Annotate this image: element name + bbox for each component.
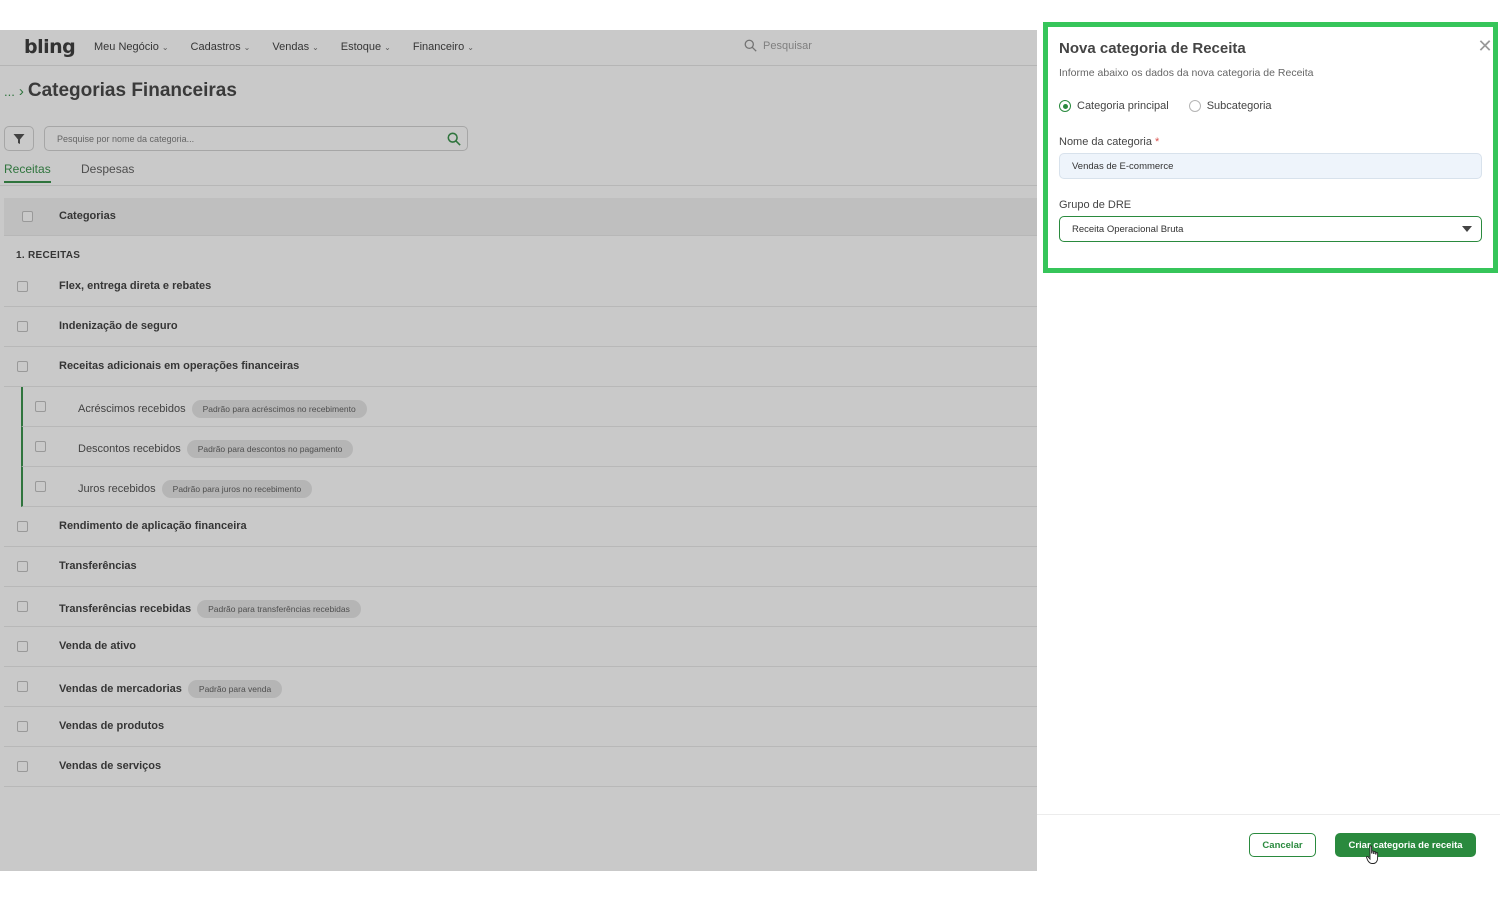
- filter-icon: [13, 133, 25, 144]
- row-checkbox[interactable]: [17, 681, 28, 692]
- top-navbar: bling Meu Negócio ⌄ Cadastros ⌄ Vendas ⌄ Es…: [0, 30, 1037, 66]
- category-name: Juros recebidos: [78, 483, 156, 495]
- row-checkbox[interactable]: [35, 401, 46, 412]
- row-checkbox[interactable]: [17, 721, 28, 732]
- table-row[interactable]: Receitas adicionais em operações finance…: [4, 347, 1037, 387]
- row-checkbox[interactable]: [17, 361, 28, 372]
- tab-despesas[interactable]: Despesas: [81, 162, 134, 176]
- row-checkbox[interactable]: [17, 521, 28, 532]
- caret-down-icon: [1462, 226, 1472, 232]
- table-row[interactable]: Vendas de serviços: [4, 747, 1037, 787]
- menu-item-financeiro[interactable]: Financeiro ⌄: [413, 41, 474, 53]
- category-name: Transferências: [59, 560, 137, 572]
- category-name-label: Nome da categoria *: [1059, 136, 1160, 148]
- dre-group-value: Receita Operacional Bruta: [1072, 224, 1184, 235]
- radio-unselected-icon[interactable]: [1188, 100, 1201, 112]
- category-name: Receitas adicionais em operações finance…: [59, 360, 300, 372]
- default-badge: Padrão para transferências recebidas: [197, 600, 361, 618]
- required-mark: *: [1155, 136, 1160, 148]
- dre-group-label: Grupo de DRE: [1059, 199, 1132, 211]
- row-checkbox[interactable]: [17, 601, 28, 612]
- category-name: Vendas de serviços: [59, 760, 162, 772]
- table-row[interactable]: Transferências recebidas Padrão para tran…: [4, 587, 1037, 627]
- select-all-checkbox[interactable]: [22, 211, 33, 222]
- radio-selected-icon[interactable]: [1059, 100, 1071, 112]
- category-name-input[interactable]: [1059, 153, 1482, 179]
- table-row[interactable]: Vendas de produtos: [4, 707, 1037, 747]
- table-row[interactable]: Acréscimos recebidos Padrão para acréscim…: [21, 387, 1037, 427]
- table-header: Categorias: [4, 198, 1037, 236]
- default-badge: Padrão para venda: [187, 680, 283, 698]
- category-name: Vendas de produtos: [59, 720, 165, 732]
- chevron-down-icon: ⌄: [312, 42, 319, 52]
- menu-item-vendas[interactable]: Vendas ⌄: [272, 41, 318, 53]
- table-row[interactable]: Flex, entrega direta e rebates: [4, 267, 1037, 307]
- row-checkbox[interactable]: [17, 761, 28, 772]
- cancel-button[interactable]: Cancelar: [1249, 833, 1316, 857]
- category-name: Rendimento de aplicação financeira: [59, 520, 247, 532]
- row-checkbox[interactable]: [17, 641, 28, 652]
- menu-item-cadastros[interactable]: Cadastros ⌄: [191, 41, 251, 53]
- search-icon: [744, 39, 757, 52]
- category-name: Vendas de mercadorias: [59, 683, 182, 695]
- chevron-down-icon: ⌄: [467, 42, 474, 52]
- category-search-input[interactable]: [45, 127, 435, 150]
- chevron-down-icon: ⌄: [161, 42, 169, 52]
- row-checkbox[interactable]: [35, 441, 46, 452]
- table-row[interactable]: Vendas de mercadorias Padrão para venda: [4, 667, 1037, 707]
- filter-button[interactable]: [4, 126, 34, 151]
- column-header-categorias: Categorias: [59, 210, 116, 222]
- drawer-subtitle: Informe abaixo os dados da nova categori…: [1059, 67, 1314, 79]
- table-row[interactable]: Juros recebidos Padrão para juros no rece…: [21, 467, 1037, 507]
- chevron-down-icon: ⌄: [243, 42, 251, 52]
- category-name: Indenização de seguro: [59, 320, 178, 332]
- menu-item-meu-negocio[interactable]: Meu Negócio ⌄: [94, 41, 169, 53]
- category-name: Flex, entrega direta e rebates: [59, 280, 212, 292]
- create-category-button[interactable]: Criar categoria de receita: [1335, 833, 1476, 857]
- category-name: Acréscimos recebidos: [78, 403, 186, 415]
- category-name: Descontos recebidos: [78, 443, 181, 455]
- radio-categoria-principal[interactable]: Categoria principal: [1059, 100, 1169, 112]
- breadcrumb: ... › Categorias Financeiras: [4, 80, 237, 102]
- table-row[interactable]: Venda de ativo: [4, 627, 1037, 667]
- table-row[interactable]: Indenização de seguro: [4, 307, 1037, 347]
- category-name: Transferências recebidas: [59, 603, 192, 615]
- breadcrumb-separator: ›: [18, 83, 24, 100]
- search-icon[interactable]: [447, 132, 461, 146]
- tab-receitas[interactable]: Receitas: [4, 162, 51, 183]
- drawer-footer-divider: [1037, 814, 1500, 815]
- row-checkbox[interactable]: [17, 561, 28, 572]
- chevron-down-icon: ⌄: [384, 42, 391, 52]
- row-checkbox[interactable]: [17, 321, 28, 332]
- page-title: Categorias Financeiras: [27, 80, 237, 101]
- table-row[interactable]: Descontos recebidos Padrão para descontos…: [21, 427, 1037, 467]
- default-badge: Padrão para acréscimos no recebimento: [191, 400, 367, 418]
- row-checkbox[interactable]: [35, 481, 46, 492]
- hand-cursor-icon: [1366, 845, 1379, 864]
- drawer-title: Nova categoria de Receita: [1059, 40, 1246, 57]
- category-search-box: [44, 126, 468, 151]
- table-row[interactable]: Rendimento de aplicação financeira: [4, 507, 1037, 547]
- category-name: Venda de ativo: [59, 640, 137, 652]
- default-badge: Padrão para descontos no pagamento: [186, 440, 354, 458]
- dre-group-select[interactable]: Receita Operacional Bruta: [1059, 216, 1482, 242]
- group-label: 1. RECEITAS: [16, 250, 81, 261]
- tab-bar: Receitas Despesas: [0, 160, 1037, 186]
- category-type-radios: Categoria principal Subcategoria: [1059, 100, 1272, 112]
- close-icon[interactable]: ✕: [1475, 36, 1495, 56]
- main-menu: Meu Negócio ⌄ Cadastros ⌄ Vendas ⌄ Estoque ⌄…: [94, 41, 496, 53]
- bling-logo[interactable]: bling: [24, 36, 76, 58]
- main-app: bling Meu Negócio ⌄ Cadastros ⌄ Vendas ⌄ Es…: [0, 30, 1037, 871]
- breadcrumb-back[interactable]: ...: [4, 84, 15, 99]
- table-row[interactable]: Transferências: [4, 547, 1037, 587]
- menu-item-estoque[interactable]: Estoque ⌄: [341, 41, 391, 53]
- radio-subcategoria[interactable]: Subcategoria: [1188, 100, 1272, 112]
- global-search[interactable]: Pesquisar: [744, 39, 812, 52]
- row-checkbox[interactable]: [17, 281, 28, 292]
- default-badge: Padrão para juros no recebimento: [161, 480, 313, 498]
- global-search-placeholder: Pesquisar: [763, 39, 812, 52]
- category-list: Flex, entrega direta e rebates Indenizaç…: [4, 267, 1037, 787]
